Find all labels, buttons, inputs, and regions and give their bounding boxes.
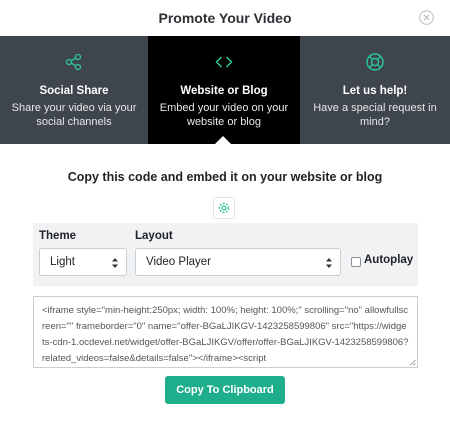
lifebuoy-icon xyxy=(366,53,384,71)
gear-icon xyxy=(218,202,230,214)
tab-title: Social Share xyxy=(39,85,109,97)
share-icon xyxy=(65,53,82,71)
embed-heading: Copy this code and embed it on your webs… xyxy=(67,170,383,184)
embed-code-text: <iframe style="min-height:250px; width: … xyxy=(42,305,409,364)
active-tab-indicator xyxy=(214,136,232,145)
tab-social-share[interactable]: Social Share Share your video via your s… xyxy=(0,36,148,144)
tab-website-or-blog[interactable]: Website or Blog Embed your video on your… xyxy=(148,36,300,145)
theme-select[interactable]: Light xyxy=(39,248,127,276)
theme-select-value: Light xyxy=(50,256,75,268)
tab-title: Website or Blog xyxy=(180,85,268,97)
tab-subtitle: Share your video via your social channel… xyxy=(11,102,137,128)
modal-header: Promote Your Video xyxy=(0,0,450,36)
layout-select[interactable]: Video Player xyxy=(135,248,341,276)
select-arrows-icon xyxy=(112,258,118,268)
tab-let-us-help[interactable]: Let us help! Have a special request in m… xyxy=(300,36,450,144)
tab-title: Let us help! xyxy=(342,85,408,97)
embed-settings-toggle[interactable] xyxy=(213,197,235,219)
theme-label: Theme xyxy=(39,230,77,242)
resize-handle-icon[interactable] xyxy=(409,359,416,366)
tab-subtitle: Have a special request in mind? xyxy=(313,102,437,128)
autoplay-checkbox[interactable] xyxy=(351,257,361,267)
layout-select-value: Video Player xyxy=(146,256,211,268)
embed-settings-panel: Theme Layout Light Video Player Autoplay xyxy=(33,223,418,286)
tab-subtitle: Embed your video on your website or blog xyxy=(159,102,289,128)
copy-to-clipboard-button[interactable]: Copy To Clipboard xyxy=(165,376,285,404)
select-arrows-icon xyxy=(326,258,332,268)
modal-title: Promote Your Video xyxy=(158,10,292,26)
promote-tabs: Social Share Share your video via your s… xyxy=(0,36,450,145)
code-icon xyxy=(215,56,233,68)
layout-label: Layout xyxy=(135,230,173,242)
close-icon[interactable] xyxy=(419,10,434,25)
promote-video-modal: Promote Your Video Social Share Share yo… xyxy=(0,0,450,436)
autoplay-label: Autoplay xyxy=(364,254,414,266)
embed-code-textarea[interactable]: <iframe style="min-height:250px; width: … xyxy=(33,296,418,368)
